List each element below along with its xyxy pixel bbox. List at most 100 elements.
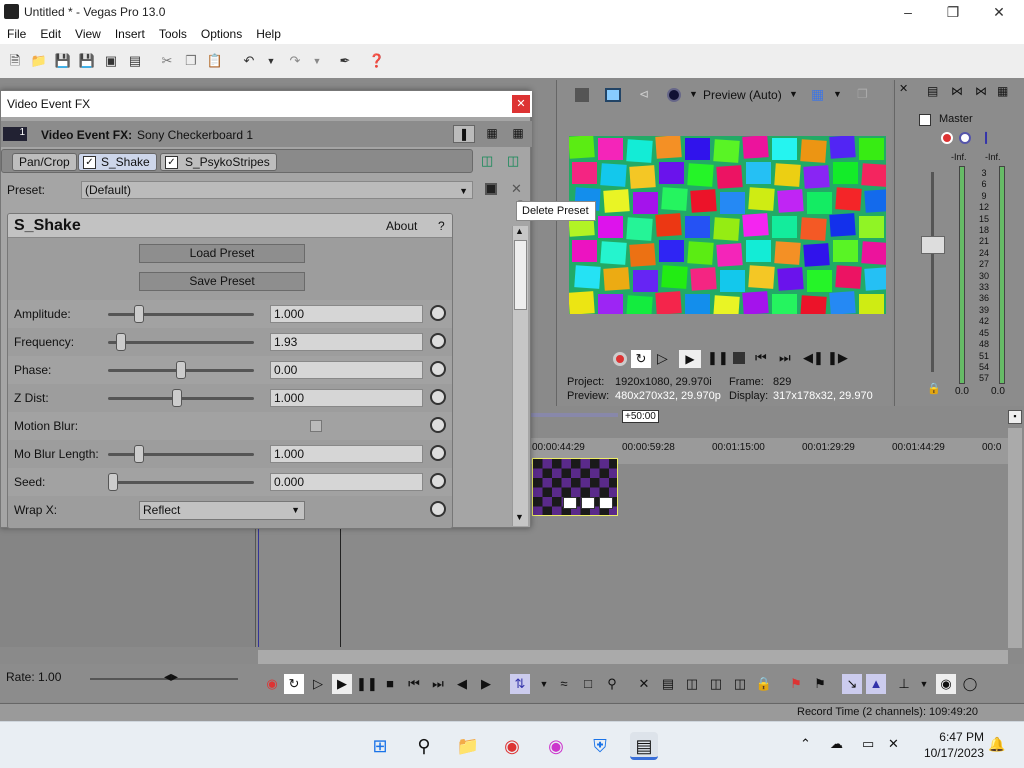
animate-keyframe-icon[interactable]	[430, 361, 446, 377]
chain-remove-icon[interactable]: ◫	[507, 153, 519, 169]
master-fader-handle[interactable]	[921, 236, 945, 254]
param-slider-thumb[interactable]	[133, 445, 144, 463]
param-slider[interactable]	[108, 389, 254, 407]
tray-app-icon[interactable]: ☁	[830, 736, 843, 752]
loop-playback-icon[interactable]: ↻	[284, 674, 304, 694]
mixer-close-icon[interactable]: ✕	[899, 82, 908, 95]
about-button[interactable]: About	[386, 219, 417, 233]
clock-date[interactable]: 10/17/2023	[918, 746, 984, 760]
fx-dialog-titlebar[interactable]: Video Event FX ✕	[1, 91, 532, 117]
timeline-vscroll[interactable]	[1008, 428, 1022, 648]
go-to-end-icon[interactable]: ⏭	[779, 350, 791, 366]
animate-keyframe-icon[interactable]	[430, 389, 446, 405]
tray-chevron-icon[interactable]: ⌃	[800, 736, 811, 752]
lock-faders-icon[interactable]: ▦	[997, 84, 1008, 98]
lock-envelopes-icon[interactable]: ◉	[936, 674, 956, 694]
video-event-clip[interactable]	[532, 458, 619, 516]
scroll-up-icon[interactable]: ▲	[515, 226, 524, 236]
file-explorer-icon[interactable]: 📁	[454, 732, 482, 760]
menu-file[interactable]: File	[0, 24, 33, 44]
trim-icon[interactable]: ▤	[658, 674, 678, 694]
copy-icon[interactable]: ❐	[182, 52, 200, 70]
enable-snapping-icon[interactable]: ▲	[866, 674, 886, 694]
record-button-icon[interactable]: ◉	[262, 674, 282, 694]
go-end-button-icon[interactable]: ⏭	[428, 674, 448, 694]
tray-volume-icon[interactable]: ✕	[888, 736, 899, 752]
paste-icon[interactable]: 📋	[206, 52, 224, 70]
menu-tools[interactable]: Tools	[152, 24, 194, 44]
ignore-grouping-icon[interactable]: ◯	[960, 674, 980, 694]
crossfade-dropdown-icon[interactable]: ▼	[914, 674, 934, 694]
selection-tool-icon[interactable]: □	[578, 674, 598, 694]
lock-icon[interactable]: 🔒	[927, 382, 941, 395]
copy-snapshot-icon[interactable]: ❐	[857, 87, 868, 101]
insert-marker-icon[interactable]: ⚑	[786, 674, 806, 694]
save-as-icon[interactable]: 💾	[78, 52, 96, 70]
properties-icon[interactable]: ▤	[126, 52, 144, 70]
snap-icon[interactable]: ▪	[1008, 410, 1022, 424]
scroll-down-icon[interactable]: ▼	[515, 512, 524, 522]
animate-keyframe-icon[interactable]	[430, 473, 446, 489]
edit-tool-dropdown-icon[interactable]: ▼	[534, 674, 554, 694]
downmix-icon[interactable]: ⋈	[951, 84, 963, 98]
pause-button-icon[interactable]: ❚❚	[356, 674, 378, 694]
loop-icon[interactable]: ↻	[631, 350, 651, 368]
envelope-tool-icon[interactable]: ≈	[554, 674, 574, 694]
menu-edit[interactable]: Edit	[33, 24, 68, 44]
mute-icon[interactable]	[941, 132, 953, 144]
grid-dropdown-icon[interactable]: ▼	[833, 89, 842, 99]
animate-keyframe-icon[interactable]	[430, 305, 446, 321]
param-slider[interactable]	[108, 445, 254, 463]
layout-double-icon[interactable]: ▦	[481, 125, 503, 143]
go-to-start-icon[interactable]: ⏮	[755, 350, 767, 366]
chain-checkbox-icon[interactable]: ✓	[165, 156, 178, 169]
param-slider-thumb[interactable]	[176, 361, 186, 379]
edit-tool-icon[interactable]: ✒	[336, 52, 354, 70]
layout-single-icon[interactable]: ❚	[453, 125, 475, 143]
play-button-icon[interactable]: ▶	[332, 674, 352, 694]
layout-triple-icon[interactable]: ▦	[507, 125, 529, 143]
param-value-field[interactable]: 1.000	[270, 305, 423, 323]
search-icon[interactable]: ⚲	[410, 732, 438, 760]
scroll-thumb[interactable]	[514, 240, 527, 310]
tray-display-icon[interactable]: ▭	[862, 736, 874, 752]
help-button[interactable]: ?	[438, 219, 445, 233]
event-pan-crop-icon[interactable]	[581, 497, 595, 509]
param-value-field[interactable]: 1.000	[270, 445, 423, 463]
param-slider[interactable]	[108, 473, 254, 491]
play-from-start-icon[interactable]: ▷	[657, 350, 668, 367]
chain-item-pan-crop[interactable]: Pan/Crop	[12, 153, 77, 171]
param-slider-thumb[interactable]	[116, 333, 127, 351]
param-slider[interactable]	[108, 361, 254, 379]
start-icon[interactable]: ⊞	[366, 732, 394, 760]
param-slider-thumb[interactable]	[108, 473, 118, 491]
menu-view[interactable]: View	[68, 24, 108, 44]
redo-icon[interactable]: ↷	[286, 52, 304, 70]
wrap-x-dropdown[interactable]: Reflect ▼	[139, 501, 305, 520]
auto-crossfade-icon[interactable]: ⊥	[894, 674, 914, 694]
app-icon[interactable]: ◉	[542, 732, 570, 760]
chain-add-icon[interactable]: ◫	[481, 153, 493, 169]
vegas-taskbar-icon[interactable]: ▤	[630, 732, 658, 760]
stop-button-icon[interactable]: ■	[380, 674, 400, 694]
delete-preset-icon[interactable]: ✕	[511, 181, 522, 197]
trim-start-icon[interactable]: ◫	[682, 674, 702, 694]
preview-quality-arrow-icon[interactable]: ▼	[789, 89, 798, 99]
minimize-icon[interactable]: –	[893, 2, 923, 22]
animate-keyframe-icon[interactable]	[430, 417, 446, 433]
param-slider-thumb[interactable]	[171, 389, 182, 407]
chrome-icon[interactable]: ◉	[498, 732, 526, 760]
insert-fx-icon[interactable]: ❙	[981, 130, 991, 144]
dim-output-icon[interactable]: ⋈	[975, 84, 987, 98]
chain-item-s-shake[interactable]: ✓ S_Shake	[78, 153, 157, 171]
previous-frame-icon[interactable]: ◀❚	[803, 350, 824, 366]
grid-icon[interactable]: ▦	[811, 86, 824, 103]
master-fx-icon[interactable]	[919, 114, 931, 126]
fx-panel-vscroll[interactable]: ▲ ▼	[512, 226, 528, 526]
preview-video-frame[interactable]	[569, 136, 886, 314]
overlays-icon[interactable]	[667, 88, 681, 102]
play-from-start-button-icon[interactable]: ▷	[308, 674, 328, 694]
stop-icon[interactable]	[733, 352, 745, 364]
animate-keyframe-icon[interactable]	[430, 333, 446, 349]
save-preset-button[interactable]: Save Preset	[139, 272, 305, 291]
